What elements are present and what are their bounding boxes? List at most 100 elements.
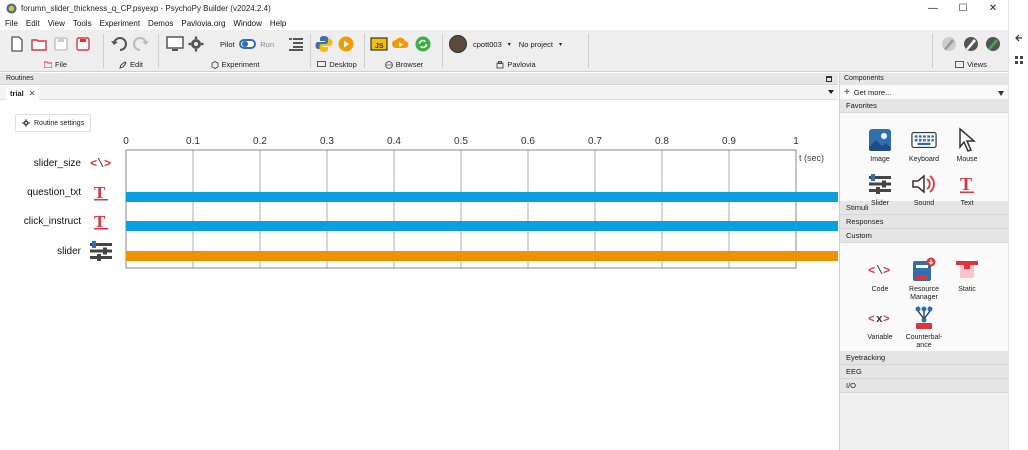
component-keyboard[interactable]: Keyboard	[902, 127, 946, 164]
cube-small-icon	[211, 60, 218, 69]
open-folder-icon[interactable]	[30, 35, 48, 53]
component-variable[interactable]: < x > Variable	[858, 305, 902, 342]
routine-settings-button[interactable]: Routine settings	[15, 114, 92, 132]
svg-text:x: x	[876, 314, 883, 325]
time-tick-label: 0.5	[454, 136, 468, 147]
browser-group-label: Browser	[395, 60, 424, 69]
project-dropdown-icon[interactable]: ▾	[559, 41, 562, 48]
builder-view-icon[interactable]	[940, 35, 958, 53]
sync-icon[interactable]	[414, 35, 432, 53]
project-name[interactable]: No project	[519, 40, 553, 49]
gear-icon[interactable]	[188, 35, 204, 53]
save-as-icon[interactable]	[74, 35, 92, 53]
desktop-small-icon	[317, 61, 327, 67]
desktop-group: Desktop	[312, 30, 362, 72]
component-duration-bar[interactable]	[126, 221, 838, 231]
psychopy-app-icon	[6, 3, 17, 14]
component-name-slider-size[interactable]: slider_size	[34, 158, 81, 169]
menu-experiment[interactable]: Experiment	[100, 19, 140, 28]
redo-icon[interactable]	[132, 35, 150, 53]
component-resource-manager[interactable]: Resource Manager	[902, 257, 946, 302]
background-window-strip	[1008, 0, 1028, 450]
time-axis-label: t (sec)	[799, 153, 824, 163]
menu-pavlovia[interactable]: Pavlovia.org	[181, 19, 225, 28]
static-icon	[956, 261, 978, 278]
component-slider[interactable]: Slider	[858, 171, 902, 208]
filter-icon[interactable]	[998, 91, 1004, 96]
tab-close-icon[interactable]: ✕	[29, 89, 36, 98]
component-static[interactable]: Static	[945, 257, 989, 294]
menu-edit[interactable]: Edit	[26, 19, 40, 28]
menu-view[interactable]: View	[48, 19, 65, 28]
category-favorites[interactable]: Favorites	[840, 99, 1008, 113]
component-mouse[interactable]: Mouse	[945, 127, 989, 164]
code-icon[interactable]: < \ >	[90, 156, 112, 170]
get-more-button[interactable]: + Get more...	[840, 85, 1008, 99]
tab-dropdown-icon[interactable]	[828, 90, 834, 94]
text-icon[interactable]: T	[92, 183, 110, 201]
component-name-question-txt[interactable]: question_txt	[27, 187, 81, 198]
menu-help[interactable]: Help	[270, 19, 286, 28]
back-arrow-icon[interactable]	[1014, 33, 1024, 43]
pilot-run-toggle[interactable]	[238, 39, 257, 49]
minimize-button[interactable]: —	[918, 0, 948, 17]
mouse-label: Mouse	[956, 156, 978, 163]
text-icon: T	[960, 174, 974, 194]
menu-window[interactable]: Window	[233, 19, 261, 28]
maximize-panel-icon[interactable]	[826, 76, 832, 82]
variable-icon: < x >	[868, 314, 890, 325]
component-sound[interactable]: Sound	[902, 171, 946, 208]
edit-group: Edit	[106, 30, 156, 72]
tab-trial[interactable]: trial ✕	[6, 87, 40, 100]
component-name-slider[interactable]: slider	[57, 246, 81, 257]
time-tick-label: 0.9	[722, 136, 736, 147]
save-icon[interactable]	[52, 35, 70, 53]
menu-demos[interactable]: Demos	[148, 19, 173, 28]
user-dropdown-icon[interactable]: ▾	[508, 41, 511, 48]
keyboard-icon	[911, 131, 937, 149]
category-eyetracking[interactable]: Eyetracking	[840, 351, 1008, 365]
compile-js-icon[interactable]: JS	[370, 35, 388, 53]
menu-file[interactable]: File	[5, 19, 18, 28]
text-icon[interactable]: T	[92, 212, 110, 230]
component-duration-bar[interactable]	[126, 192, 838, 202]
undo-icon[interactable]	[110, 35, 128, 53]
get-more-label: Get more...	[853, 87, 892, 97]
runner-list-icon[interactable]	[288, 35, 304, 53]
runner-view-icon[interactable]	[984, 35, 1002, 53]
grid-apps-icon[interactable]	[1014, 55, 1024, 65]
slider-icon[interactable]	[89, 241, 113, 261]
resource-manager-icon	[913, 257, 936, 281]
time-tick-label: 0.3	[320, 136, 334, 147]
counterbalance-label: Counterbal-ance	[905, 334, 943, 349]
time-tick-label: 0.8	[655, 136, 669, 147]
avatar[interactable]	[449, 35, 467, 53]
category-responses[interactable]: Responses	[840, 215, 1008, 229]
category-custom[interactable]: Custom	[840, 229, 1008, 243]
tab-trial-label: trial	[10, 89, 24, 98]
run-desktop-icon[interactable]	[337, 35, 355, 53]
category-io[interactable]: I/O	[840, 379, 1008, 393]
title-bar: forumn_slider_thickness_q_CP.psyexp - Ps…	[0, 0, 1008, 17]
menu-tools[interactable]: Tools	[73, 19, 92, 28]
close-button[interactable]: ✕	[978, 0, 1008, 17]
component-duration-bar[interactable]	[126, 251, 838, 261]
run-online-icon[interactable]	[392, 35, 410, 53]
component-code[interactable]: < \ > Code	[858, 257, 902, 294]
python-icon[interactable]	[315, 35, 333, 53]
user-name[interactable]: cpott003	[473, 40, 502, 49]
favorites-grid: Image Keyboard Mouse Slider Sound T Text	[840, 113, 1008, 207]
monitor-icon[interactable]	[166, 35, 184, 53]
category-eeg[interactable]: EEG	[840, 365, 1008, 379]
routine-tab-bar: trial ✕	[0, 86, 838, 100]
component-text[interactable]: T Text	[945, 171, 989, 208]
slider-icon	[869, 174, 891, 194]
maximize-button[interactable]: ☐	[948, 0, 978, 17]
component-image[interactable]: Image	[858, 127, 902, 164]
new-file-icon[interactable]	[8, 35, 26, 53]
coder-view-icon[interactable]	[962, 35, 980, 53]
browser-group: JS Browser	[368, 30, 440, 72]
routine-canvas[interactable]: Routine settings 0 0.1 0.2 0.3 0.4 0.5 0.6 0.7 0…	[0, 101, 838, 450]
component-counterbalance[interactable]: Counterbal-ance	[902, 305, 946, 350]
component-name-click-instruct[interactable]: click_instruct	[24, 216, 81, 227]
